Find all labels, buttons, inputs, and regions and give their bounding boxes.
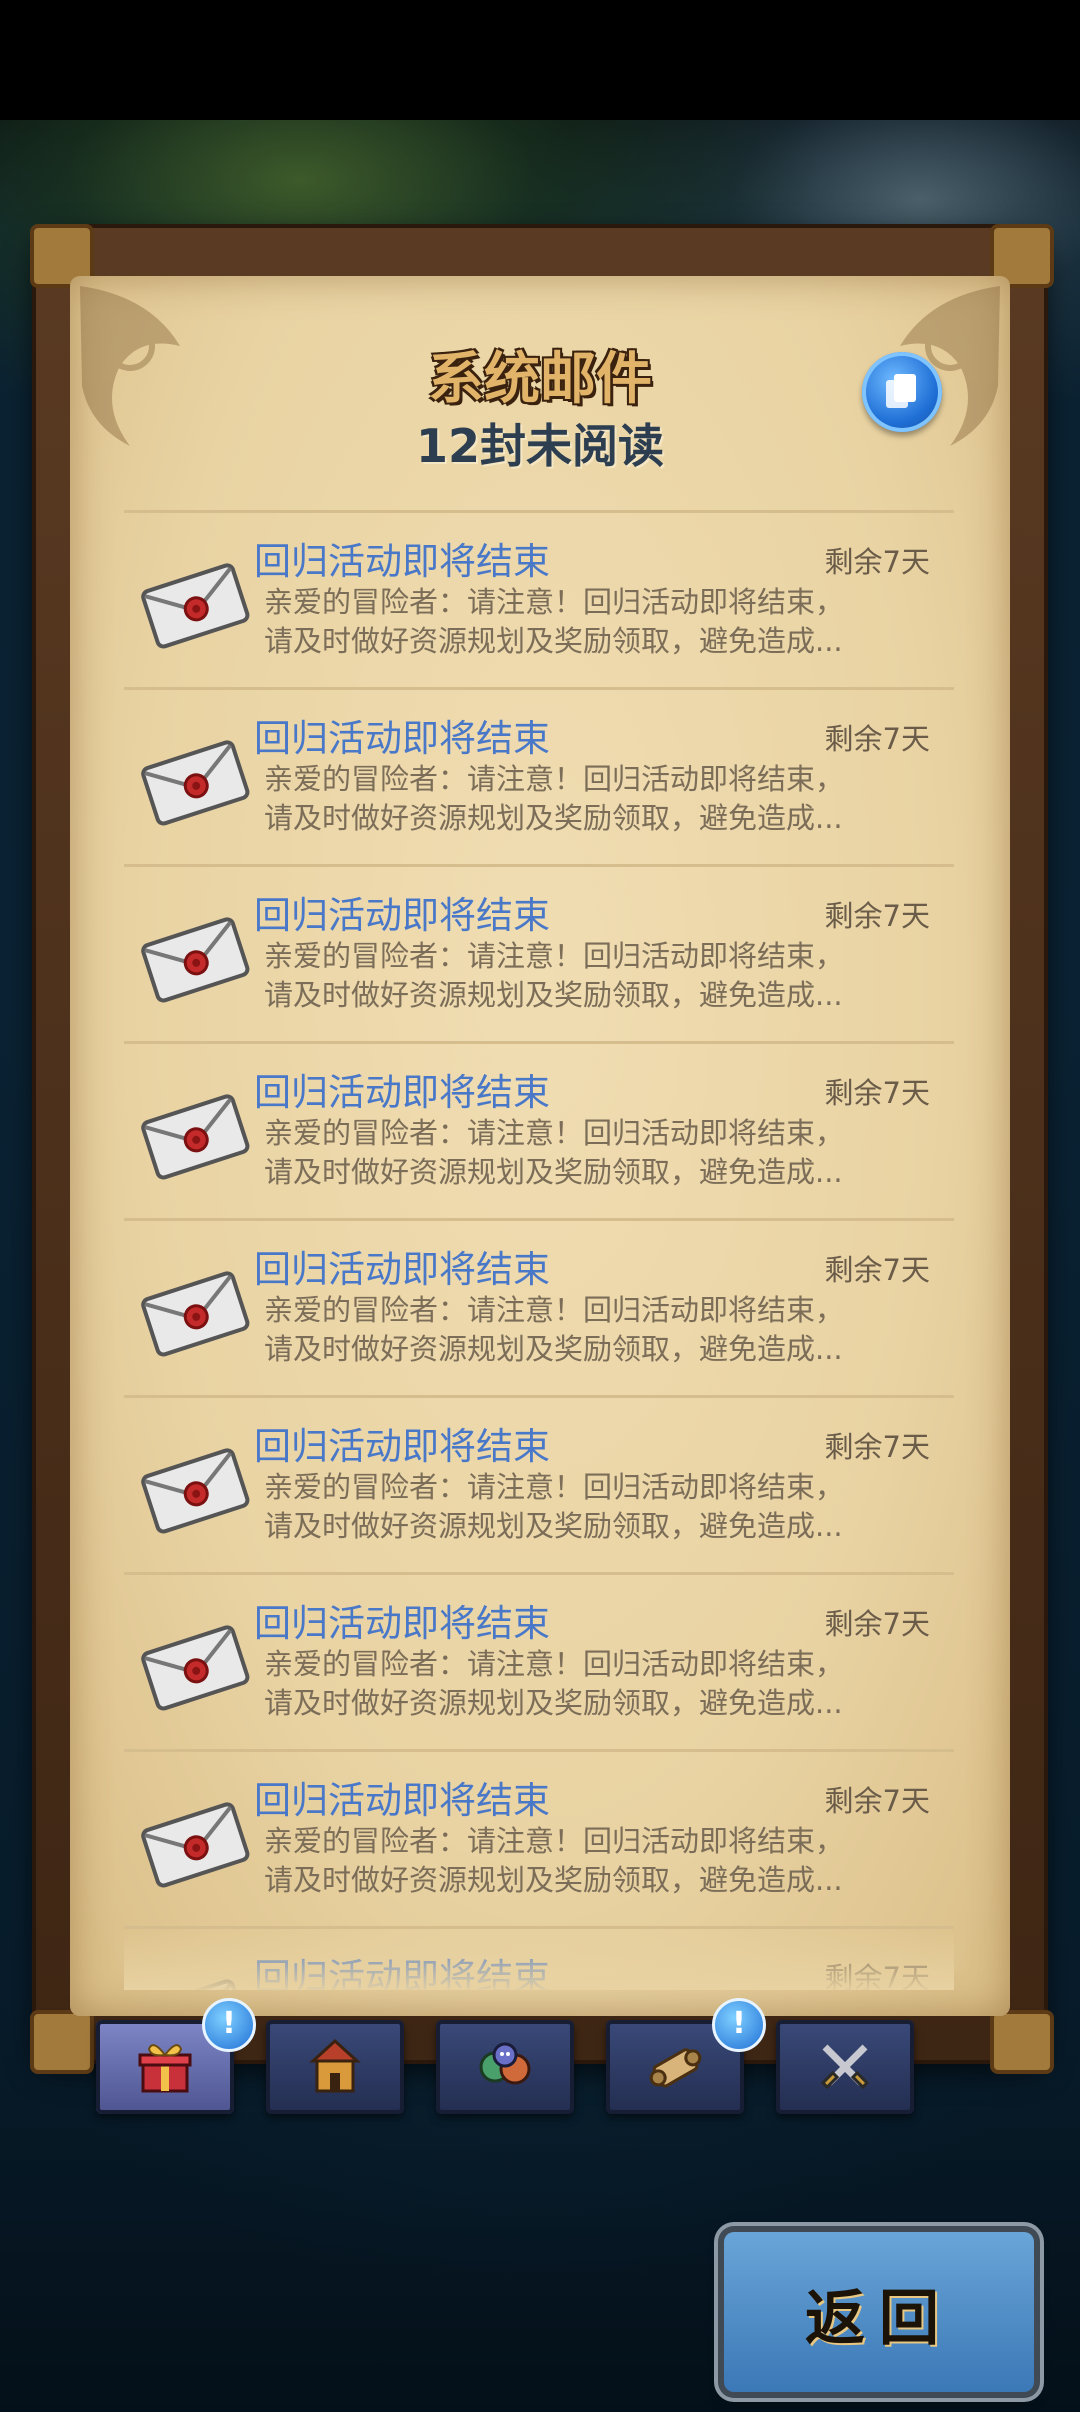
notification-badge: ! xyxy=(712,1998,766,2052)
mail-title: 回归活动即将结束 xyxy=(254,540,550,583)
mail-preview-line: 请及时做好资源规划及奖励领取，避免造成... xyxy=(264,1332,843,1366)
mail-remaining-time: 剩余7天 xyxy=(824,1607,930,1641)
mail-item[interactable]: 回归活动即将结束 剩余7天 亲爱的冒险者：请注意！回归活动即将结束， 请及时做好… xyxy=(124,1218,954,1395)
mail-item[interactable]: 回归活动即将结束 剩余7天 亲爱的冒险者：请注意！回归活动即将结束， 请及时做好… xyxy=(124,1395,954,1572)
mail-preview: 亲爱的冒险者：请注意！回归活动即将结束， 请及时做好资源规划及奖励领取，避免造成… xyxy=(264,1291,934,1369)
mail-title: 回归活动即将结束 xyxy=(254,1071,550,1114)
mail-preview: 亲爱的冒险者：请注意！回归活动即将结束， 请及时做好资源规划及奖励领取，避免造成… xyxy=(264,937,934,1015)
mail-preview-line: 亲爱的冒险者：请注意！回归活动即将结束， xyxy=(264,939,845,973)
mail-preview-line: 请及时做好资源规划及奖励领取，避免造成... xyxy=(264,978,843,1012)
mail-preview-line: 亲爱的冒险者：请注意！回归活动即将结束， xyxy=(264,1116,845,1150)
sealed-envelope-icon xyxy=(140,1798,250,1890)
sealed-envelope-icon xyxy=(140,1090,250,1182)
mail-preview-line: 请及时做好资源规划及奖励领取，避免造成... xyxy=(264,1686,843,1720)
mail-remaining-time: 剩余7天 xyxy=(824,1784,930,1818)
mail-remaining-time: 剩余7天 xyxy=(824,722,930,756)
back-button[interactable]: 返回 xyxy=(724,2232,1034,2392)
mail-list[interactable]: 回归活动即将结束 剩余7天 亲爱的冒险者：请注意！回归活动即将结束， 请及时做好… xyxy=(124,510,954,1990)
scroll-icon xyxy=(645,2037,705,2097)
mail-remaining-time: 剩余7天 xyxy=(824,1253,930,1287)
crossed-swords-icon xyxy=(815,2037,875,2097)
sealed-envelope-icon xyxy=(140,913,250,1005)
monsters-icon xyxy=(475,2037,535,2097)
mail-remaining-time: 剩余7天 xyxy=(824,1076,930,1110)
unread-count: 12封未阅读 xyxy=(415,419,664,473)
mail-preview: 亲爱的冒险者：请注意！回归活动即将结束， 请及时做好资源规划及奖励领取，避免造成… xyxy=(264,1645,934,1723)
tab-gift[interactable]: ! xyxy=(96,1998,256,2114)
mail-preview: 亲爱的冒险者：请注意！回归活动即将结束， 请及时做好资源规划及奖励领取，避免造成… xyxy=(264,583,934,661)
mail-panel: 系统邮件 12封未阅读 回归活动即将结束 剩余7天 亲爱的冒险者：请注意！回归活… xyxy=(70,276,1010,2016)
sealed-envelope-icon xyxy=(140,559,250,651)
mail-item[interactable]: 回归活动即将结束 剩余7天 亲爱的冒险者：请注意！回归活动即将结束， 请及时做好… xyxy=(124,1749,954,1926)
gift-icon xyxy=(135,2037,195,2097)
mail-title: 回归活动即将结束 xyxy=(254,1425,550,1468)
mail-category-tabs: !! xyxy=(96,1998,926,2122)
mail-preview-line: 亲爱的冒险者：请注意！回归活动即将结束， xyxy=(264,1824,845,1858)
mail-preview-line: 亲爱的冒险者：请注意！回归活动即将结束， xyxy=(264,1647,845,1681)
tab-crossed-swords[interactable] xyxy=(776,2020,914,2114)
mail-item[interactable]: 回归活动即将结束 剩余7天 亲爱的冒险者：请注意！回归活动即将结束， 请及时做好… xyxy=(124,864,954,1041)
mail-title: 回归活动即将结束 xyxy=(254,894,550,937)
list-fade xyxy=(124,1930,954,1990)
mail-preview-line: 请及时做好资源规划及奖励领取，避免造成... xyxy=(264,801,843,835)
tab-castle[interactable] xyxy=(266,2020,404,2114)
notification-badge: ! xyxy=(202,1998,256,2052)
mail-remaining-time: 剩余7天 xyxy=(824,1430,930,1464)
mail-preview: 亲爱的冒险者：请注意！回归活动即将结束， 请及时做好资源规划及奖励领取，避免造成… xyxy=(264,1114,934,1192)
sealed-envelope-icon xyxy=(140,1267,250,1359)
tab-monsters[interactable] xyxy=(436,2020,574,2114)
mail-title: 回归活动即将结束 xyxy=(254,1602,550,1645)
sealed-envelope-icon xyxy=(140,1621,250,1713)
sealed-envelope-icon xyxy=(140,736,250,828)
mail-preview-line: 请及时做好资源规划及奖励领取，避免造成... xyxy=(264,624,843,658)
copy-icon xyxy=(886,374,916,408)
mail-remaining-time: 剩余7天 xyxy=(824,545,930,579)
mail-preview: 亲爱的冒险者：请注意！回归活动即将结束， 请及时做好资源规划及奖励领取，避免造成… xyxy=(264,1822,934,1900)
mail-preview-line: 请及时做好资源规划及奖励领取，避免造成... xyxy=(264,1155,843,1189)
castle-icon xyxy=(305,2037,365,2097)
mail-preview: 亲爱的冒险者：请注意！回归活动即将结束， 请及时做好资源规划及奖励领取，避免造成… xyxy=(264,760,934,838)
mail-remaining-time: 剩余7天 xyxy=(824,899,930,933)
mail-preview-line: 亲爱的冒险者：请注意！回归活动即将结束， xyxy=(264,762,845,796)
mail-title: 回归活动即将结束 xyxy=(254,1779,550,1822)
mail-preview: 亲爱的冒险者：请注意！回归活动即将结束， 请及时做好资源规划及奖励领取，避免造成… xyxy=(264,1468,934,1546)
mail-title: 回归活动即将结束 xyxy=(254,717,550,760)
frame-corner xyxy=(990,2010,1054,2074)
frame-corner xyxy=(30,2010,94,2074)
mail-title: 回归活动即将结束 xyxy=(254,1248,550,1291)
tab-scroll[interactable]: ! xyxy=(606,1998,766,2114)
mail-preview-line: 亲爱的冒险者：请注意！回归活动即将结束， xyxy=(264,585,845,619)
mail-preview-line: 请及时做好资源规划及奖励领取，避免造成... xyxy=(264,1509,843,1543)
sealed-envelope-icon xyxy=(140,1444,250,1536)
mail-item[interactable]: 回归活动即将结束 剩余7天 亲爱的冒险者：请注意！回归活动即将结束， 请及时做好… xyxy=(124,1572,954,1749)
mail-item[interactable]: 回归活动即将结束 剩余7天 亲爱的冒险者：请注意！回归活动即将结束， 请及时做好… xyxy=(124,510,954,687)
mail-item[interactable]: 回归活动即将结束 剩余7天 亲爱的冒险者：请注意！回归活动即将结束， 请及时做好… xyxy=(124,687,954,864)
status-bar-area xyxy=(0,0,1080,120)
mail-preview-line: 请及时做好资源规划及奖励领取，避免造成... xyxy=(264,1863,843,1897)
mail-item[interactable]: 回归活动即将结束 剩余7天 亲爱的冒险者：请注意！回归活动即将结束， 请及时做好… xyxy=(124,1041,954,1218)
mail-preview-line: 亲爱的冒险者：请注意！回归活动即将结束， xyxy=(264,1470,845,1504)
copy-button[interactable] xyxy=(862,352,942,432)
back-button-label: 返回 xyxy=(805,2284,953,2354)
mail-preview-line: 亲爱的冒险者：请注意！回归活动即将结束， xyxy=(264,1293,845,1327)
